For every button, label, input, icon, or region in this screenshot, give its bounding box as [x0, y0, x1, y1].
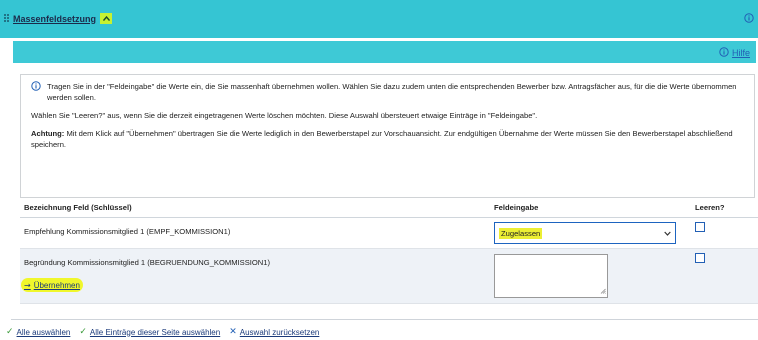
info-text-3: Achtung: Mit dem Klick auf "Übernehmen" … [31, 128, 744, 150]
warning-label: Achtung: [31, 129, 65, 138]
chevron-down-icon [664, 229, 671, 238]
panel-title-group[interactable]: Massenfeldsetzung [4, 13, 113, 24]
clear-checkbox[interactable] [695, 222, 705, 232]
field-table: Bezeichnung Feld (Schlüssel) Feldeingabe… [20, 198, 758, 304]
panel-title[interactable]: Massenfeldsetzung [13, 14, 96, 24]
warning-text: Mit dem Klick auf "Übernehmen" übertrage… [31, 129, 733, 149]
clear-checkbox[interactable] [695, 253, 705, 263]
info-text-1: Tragen Sie in der "Feldeingabe" die Wert… [47, 82, 737, 102]
table-header-row: Bezeichnung Feld (Schlüssel) Feldeingabe… [20, 198, 758, 218]
field-label: Empfehlung Kommissionsmitglied 1 (EMPF_K… [24, 227, 231, 236]
info-box: Tragen Sie in der "Feldeingabe" die Wert… [20, 74, 755, 198]
info-icon [31, 81, 41, 94]
close-icon: ✕ [229, 327, 237, 337]
info-icon[interactable] [744, 13, 754, 25]
table-row: Begründung Kommissionsmitglied 1 (BEGRUE… [20, 249, 758, 304]
table-row: Empfehlung Kommissionsmitglied 1 (EMPF_K… [20, 218, 758, 249]
reset-selection-link[interactable]: ✕ Auswahl zurücksetzen [229, 327, 319, 337]
justification-textarea[interactable] [494, 254, 608, 298]
checkmark-icon: ✓ [79, 327, 87, 337]
select-page-link[interactable]: ✓ Alle Einträge dieser Seite auswählen [79, 327, 220, 337]
info-text-2: Wählen Sie "Leeren?" aus, wenn Sie die d… [31, 111, 538, 120]
chevron-up-icon[interactable] [100, 13, 113, 24]
footer-actions: ✓ Alle auswählen ✓ Alle Einträge dieser … [6, 327, 328, 337]
column-header-field: Bezeichnung Feld (Schlüssel) [24, 203, 132, 212]
recommendation-select[interactable]: Zugelassen [494, 222, 676, 244]
resize-grip-icon[interactable] [600, 287, 606, 296]
column-header-clear: Leeren? [695, 203, 725, 212]
field-label: Begründung Kommissionsmitglied 1 (BEGRUE… [24, 258, 271, 267]
panel-body: Hilfe Tragen Sie in der "Feldeingabe" di… [11, 38, 758, 320]
select-all-link[interactable]: ✓ Alle auswählen [6, 327, 70, 337]
column-header-input: Feldeingabe [494, 203, 539, 212]
divider [11, 319, 758, 320]
select-value: Zugelassen [499, 227, 543, 239]
help-label[interactable]: Hilfe [732, 48, 750, 58]
apply-button[interactable]: → Übernehmen [21, 278, 83, 292]
drag-handle-icon[interactable] [4, 14, 10, 23]
panel-header-bar: Massenfeldsetzung [0, 0, 758, 38]
info-icon [719, 47, 729, 59]
checkmark-icon: ✓ [6, 327, 14, 337]
arrow-right-icon: → [24, 280, 31, 290]
sub-header-bar: Hilfe [13, 41, 756, 63]
apply-label[interactable]: Übernehmen [34, 281, 80, 290]
help-link[interactable]: Hilfe [719, 47, 750, 59]
